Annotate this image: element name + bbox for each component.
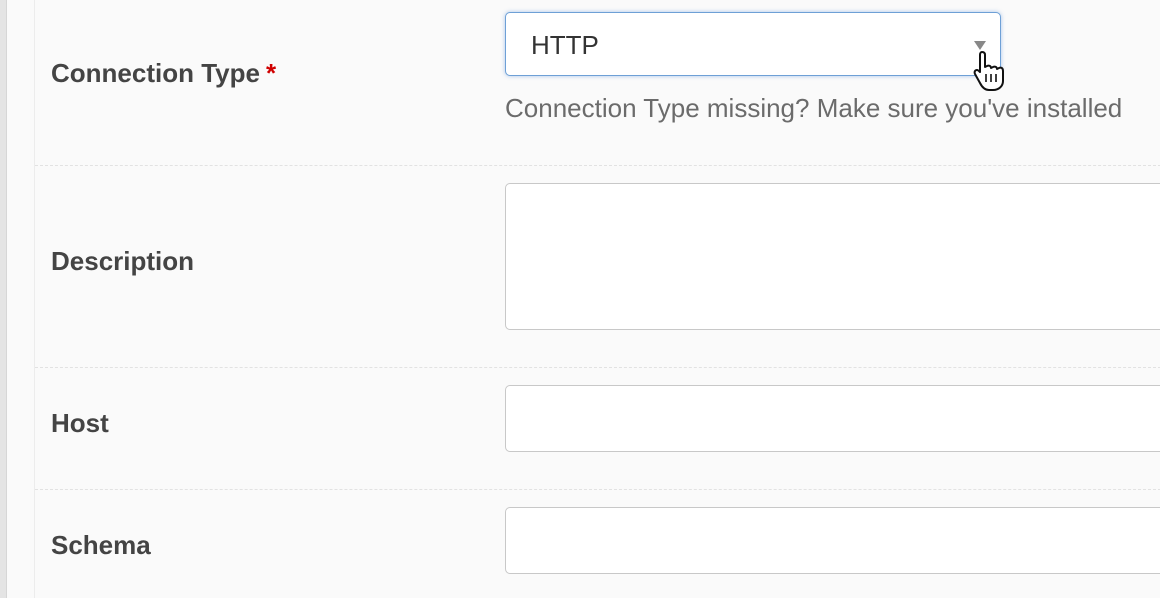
schema-input[interactable] <box>505 507 1160 574</box>
form-row-host: Host <box>35 368 1160 490</box>
connection-type-label: Connection Type * <box>51 58 276 89</box>
form-row-schema: Schema <box>35 490 1160 598</box>
caret-down-icon <box>974 41 986 50</box>
host-input[interactable] <box>505 385 1160 452</box>
host-label: Host <box>51 408 109 438</box>
description-label: Description <box>51 246 195 276</box>
required-marker: * <box>265 58 277 88</box>
hand-pointer-cursor-icon <box>973 51 1004 91</box>
description-textarea[interactable] <box>505 183 1160 330</box>
connection-type-selected-value: HTTP <box>531 30 599 60</box>
connection-type-help-text: Connection Type missing? Make sure you'v… <box>505 93 1123 123</box>
form-row-description: Description <box>35 166 1160 368</box>
schema-label: Schema <box>51 530 151 560</box>
connection-edit-page: Connection Type * HTTP Connection Type mi… <box>0 0 1160 598</box>
connection-type-select[interactable]: HTTP <box>505 12 1001 76</box>
left-edge-divider <box>6 0 7 598</box>
connection-type-label-text: Connection Type <box>51 58 260 88</box>
